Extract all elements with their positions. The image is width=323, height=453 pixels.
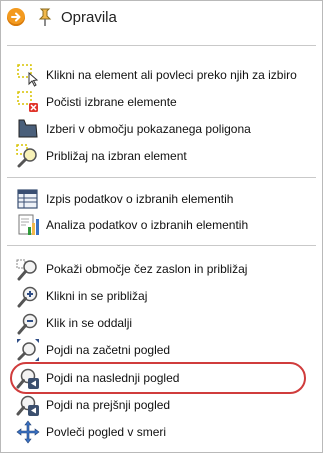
- pin-icon[interactable]: [35, 7, 55, 27]
- zoom-in-icon: [17, 286, 38, 308]
- task-analyze-attributes[interactable]: Analiza podatkov o izbranih elementih: [16, 213, 316, 237]
- separator: [7, 245, 316, 246]
- task-list-attributes[interactable]: Izpis podatkov o izbranih elementih: [16, 187, 316, 211]
- panel-title: Opravila: [61, 9, 117, 26]
- collapse-arrow-button[interactable]: [7, 8, 25, 26]
- clear-selection-icon: [17, 91, 38, 112]
- task-clear-selection[interactable]: Počisti izbrane elemente: [16, 90, 316, 114]
- arrow-right-icon: [11, 12, 21, 22]
- polygon-select-icon: [18, 119, 38, 138]
- previous-view-icon: [16, 395, 39, 416]
- analysis-chart-icon: [18, 214, 39, 235]
- task-select-click[interactable]: Klikni na element ali povleci preko njih…: [16, 63, 316, 87]
- task-zoom-area[interactable]: Pokaži območje čez zaslon in približaj: [16, 257, 316, 281]
- task-polygon-select[interactable]: Izberi v območju pokazanega poligona: [16, 117, 316, 141]
- task-zoom-to-selected[interactable]: Približaj na izbran element: [16, 144, 316, 168]
- separator: [7, 45, 316, 46]
- zoom-out-icon: [17, 313, 38, 335]
- select-click-icon: [17, 64, 39, 87]
- task-full-extent[interactable]: Pojdi na začetni pogled: [16, 338, 316, 362]
- highlight-ellipse: [10, 362, 306, 394]
- task-zoom-out[interactable]: Klik in se oddalji: [16, 311, 316, 335]
- task-zoom-in[interactable]: Klikni in se približaj: [16, 284, 316, 308]
- separator: [7, 177, 316, 178]
- panel-header: Opravila: [1, 1, 322, 35]
- zoom-to-selected-icon: [16, 144, 37, 168]
- full-extent-icon: [17, 339, 39, 361]
- tasks-panel: Opravila Klikni na element ali povleci p…: [0, 0, 323, 453]
- task-pan[interactable]: Povleči pogled v smeri: [16, 420, 316, 444]
- zoom-area-icon: [16, 259, 37, 281]
- task-previous-view[interactable]: Pojdi na prejšnji pogled: [16, 393, 316, 417]
- table-icon: [17, 189, 38, 209]
- pan-icon: [16, 420, 40, 444]
